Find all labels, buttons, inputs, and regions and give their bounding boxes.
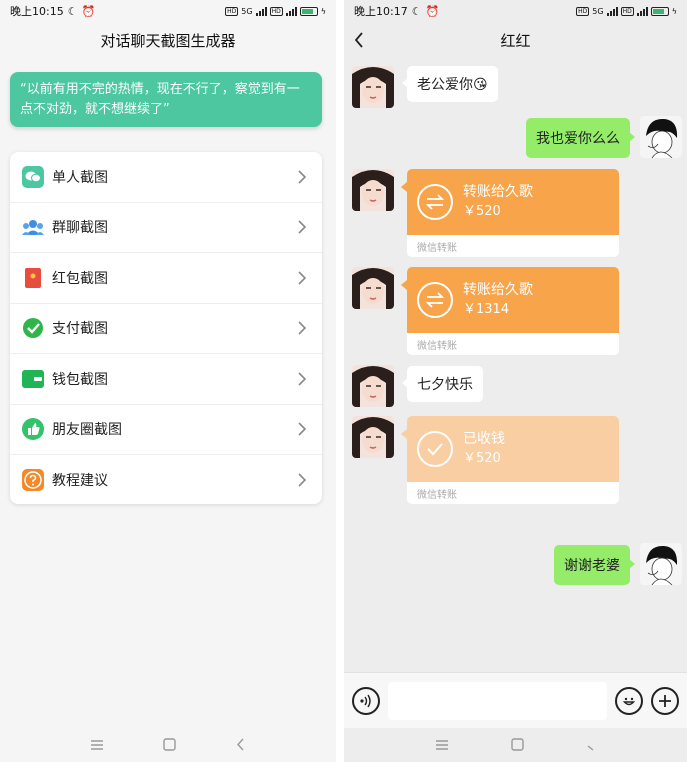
avatar-self[interactable]	[640, 116, 682, 158]
plus-icon[interactable]	[651, 686, 679, 715]
hd-icon: HD	[620, 6, 634, 16]
menu-item-group-chat[interactable]: 群聊截图	[10, 203, 322, 253]
thumbs-up-icon	[22, 418, 44, 441]
menu-item-payment[interactable]: 支付截图	[10, 304, 322, 354]
transfer-title: 已收钱	[463, 431, 505, 447]
message-bubble[interactable]: 七夕快乐	[402, 366, 483, 402]
signal-icon	[255, 6, 267, 16]
alarm-icon: ⏰	[81, 4, 96, 18]
home-icon[interactable]	[511, 736, 524, 755]
transfer-title: 转账给久歌	[463, 282, 533, 298]
transfer-amount: ￥1314	[463, 302, 510, 317]
avatar[interactable]	[352, 169, 394, 211]
network-label: 5G	[241, 6, 253, 16]
hd-icon: HD	[225, 6, 239, 16]
message-bubble-sent[interactable]: 我也爱你么么	[526, 118, 635, 158]
avatar[interactable]	[352, 365, 394, 407]
message-bubble-sent[interactable]: 谢谢老婆	[554, 545, 635, 585]
transfer-footer: 微信转账	[417, 340, 457, 352]
chat-bubble-icon	[22, 165, 44, 188]
chevron-right-icon	[294, 421, 310, 437]
back-arrow-icon[interactable]	[354, 32, 364, 52]
chevron-right-icon	[294, 169, 310, 185]
left-phone-screen: 晚上10:15 ☾ ⏰ HD 5G HD ϟ 对话聊天截图生成器 “以前有用不完…	[0, 0, 336, 762]
menu-item-label: 教程建议	[52, 473, 108, 490]
menu-item-red-packet[interactable]: 红包截图	[10, 253, 322, 304]
message-input[interactable]	[388, 681, 607, 720]
avatar[interactable]	[352, 66, 394, 108]
transfer-footer: 微信转账	[417, 242, 457, 254]
charging-icon: ϟ	[671, 6, 677, 16]
network-label: 5G	[592, 6, 604, 16]
menu-item-tutorial[interactable]: 教程建议	[10, 455, 322, 506]
transfer-footer: 微信转账	[417, 489, 457, 501]
transfer-title: 转账给久歌	[463, 184, 533, 200]
right-phone-screen: 晚上10:17 ☾ ⏰ HD 5G HD ϟ 红红 老公爱你😘 我也爱你么么 转…	[344, 0, 687, 762]
transfer-received-card[interactable]: 已收钱 ￥520 微信转账	[407, 416, 619, 504]
chat-input-bar	[344, 672, 687, 728]
menu-item-label: 钱包截图	[52, 371, 108, 388]
transfer-card[interactable]: 转账给久歌 ￥520 微信转账	[407, 169, 619, 257]
signal-icon	[636, 6, 648, 16]
menu-item-label: 单人截图	[52, 169, 108, 186]
emoji-icon[interactable]	[615, 686, 643, 715]
chevron-right-icon	[294, 472, 310, 488]
avatar[interactable]	[352, 267, 394, 309]
status-time: 晚上10:15	[10, 5, 64, 18]
status-bar: 晚上10:17 ☾ ⏰ HD 5G HD ϟ	[344, 0, 687, 22]
battery-icon	[650, 6, 669, 16]
message-bubble[interactable]: 老公爱你😘	[402, 66, 498, 102]
back-icon[interactable]	[236, 736, 246, 755]
charging-icon: ϟ	[320, 6, 326, 16]
quote-card[interactable]: “以前有用不完的热情，现在不行了，察觉到有一点不对劲，就不想继续了”	[10, 72, 322, 127]
system-nav-bar	[344, 728, 687, 762]
red-packet-icon	[22, 267, 44, 289]
status-time: 晚上10:17	[354, 5, 408, 18]
system-nav-bar	[0, 728, 336, 762]
transfer-arrows-icon	[417, 282, 453, 318]
signal-icon	[606, 6, 618, 16]
chevron-right-icon	[294, 219, 310, 235]
question-icon	[22, 469, 44, 492]
chat-title: 红红	[500, 31, 531, 50]
hd-icon: HD	[269, 6, 283, 16]
check-circle-icon	[417, 431, 453, 467]
group-icon	[22, 216, 44, 238]
battery-icon	[299, 6, 318, 16]
signal-icon	[285, 6, 297, 16]
menu-icon[interactable]	[435, 736, 449, 755]
menu-item-label: 群聊截图	[52, 220, 108, 237]
back-icon[interactable]	[586, 736, 596, 755]
alarm-icon: ⏰	[425, 4, 440, 18]
menu-item-moments[interactable]: 朋友圈截图	[10, 405, 322, 455]
home-icon[interactable]	[163, 736, 177, 755]
menu-icon[interactable]	[90, 736, 104, 755]
transfer-amount: ￥520	[463, 451, 501, 466]
status-bar: 晚上10:15 ☾ ⏰ HD 5G HD ϟ	[0, 0, 336, 22]
voice-icon[interactable]	[352, 686, 380, 715]
transfer-amount: ￥520	[463, 204, 501, 219]
check-pay-icon	[22, 317, 44, 339]
page-title: 对话聊天截图生成器	[100, 31, 236, 50]
chevron-right-icon	[294, 371, 310, 387]
menu-list: 单人截图 群聊截图 红包截图 支付截图 钱包截图 朋友圈截图 教程建议	[10, 152, 322, 504]
menu-item-label: 朋友圈截图	[52, 422, 122, 439]
chevron-right-icon	[294, 320, 310, 336]
menu-item-single-chat[interactable]: 单人截图	[10, 152, 322, 203]
chat-header: 红红	[344, 22, 687, 58]
chevron-right-icon	[294, 270, 310, 286]
hd-icon: HD	[576, 6, 590, 16]
transfer-arrows-icon	[417, 184, 453, 220]
transfer-card[interactable]: 转账给久歌 ￥1314 微信转账	[407, 267, 619, 355]
moon-icon: ☾	[67, 4, 78, 18]
menu-item-label: 红包截图	[52, 270, 108, 287]
menu-item-label: 支付截图	[52, 321, 108, 338]
menu-item-wallet[interactable]: 钱包截图	[10, 354, 322, 405]
avatar[interactable]	[352, 416, 394, 458]
wallet-icon	[22, 368, 44, 390]
moon-icon: ☾	[411, 4, 422, 18]
avatar-self[interactable]	[640, 543, 682, 585]
